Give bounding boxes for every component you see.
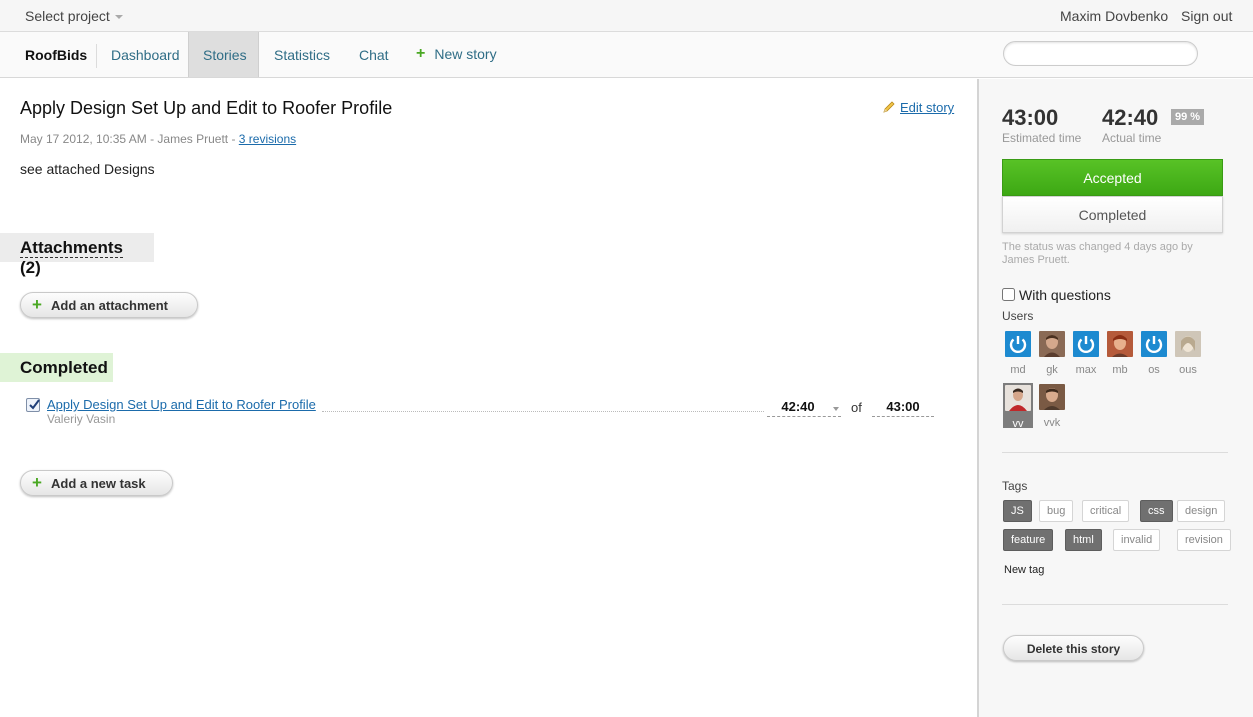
brand-link[interactable]: RoofBids <box>25 47 87 63</box>
sidebar-divider <box>1002 452 1228 453</box>
task-dotted-leader <box>322 411 764 412</box>
user-gk[interactable]: gk <box>1037 331 1067 376</box>
delete-story-button[interactable]: Delete this story <box>1003 635 1144 661</box>
tab-dashboard[interactable]: Dashboard <box>111 47 180 63</box>
new-tag-link[interactable]: New tag <box>1004 564 1044 576</box>
avatar <box>1005 385 1031 411</box>
avatar <box>1175 331 1201 357</box>
status-accepted-button[interactable]: Accepted <box>1002 159 1223 196</box>
avatar <box>1039 331 1065 357</box>
current-user-name[interactable]: Maxim Dovbenko <box>1060 8 1168 24</box>
tag-invalid[interactable]: invalid <box>1113 529 1161 551</box>
tags-label: Tags <box>1002 479 1028 493</box>
user-vv[interactable]: vv <box>1003 383 1033 430</box>
user-vvk[interactable]: vvk <box>1037 384 1067 429</box>
tag-feature[interactable]: feature <box>1003 529 1054 551</box>
chevron-down-icon <box>114 15 123 19</box>
avatar <box>1039 384 1065 410</box>
add-task-label: Add a new task <box>51 476 146 491</box>
user-name: ous <box>1179 364 1197 376</box>
story-main: Apply Design Set Up and Edit to Roofer P… <box>0 79 977 717</box>
tab-chat[interactable]: Chat <box>359 47 389 63</box>
user-name: mb <box>1112 364 1128 376</box>
user-mb[interactable]: mb <box>1105 331 1135 376</box>
story-meta: May 17 2012, 10:35 AM - James Pruett - 3… <box>20 132 296 146</box>
project-select-label: Select project <box>25 8 110 24</box>
project-select[interactable]: Select project <box>25 8 123 24</box>
add-attachment-button[interactable]: + Add an attachment <box>20 292 198 318</box>
tab-stories[interactable]: Stories <box>203 47 247 63</box>
search-input[interactable] <box>1003 41 1198 66</box>
task-actual-time[interactable]: 42:40 <box>767 399 841 417</box>
tag-design[interactable]: design <box>1177 500 1226 522</box>
status-change-note: The status was changed 4 days ago by Jam… <box>1002 241 1193 266</box>
attachments-heading: Attachments (2) <box>0 233 154 277</box>
sidebar-divider <box>1002 604 1228 605</box>
user-os[interactable]: os <box>1139 331 1169 376</box>
attachments-toggle[interactable]: Attachments <box>20 238 123 258</box>
chevron-down-icon <box>833 407 839 411</box>
story-description: see attached Designs <box>20 161 155 177</box>
story-sidebar: 43:00 42:40 99 % Estimated time Actual t… <box>977 79 1253 717</box>
tag-critical[interactable]: critical <box>1082 500 1130 522</box>
tab-statistics[interactable]: Statistics <box>274 47 330 63</box>
with-questions-toggle[interactable]: With questions <box>1002 287 1111 303</box>
task-row: Apply Design Set Up and Edit to Roofer P… <box>26 396 936 432</box>
actual-time-label: Actual time <box>1102 131 1162 145</box>
sign-out-link[interactable]: Sign out <box>1181 8 1232 24</box>
with-questions-checkbox[interactable] <box>1002 288 1015 301</box>
add-task-button[interactable]: + Add a new task <box>20 470 173 496</box>
plus-icon: + <box>416 45 426 62</box>
revisions-link[interactable]: 3 revisions <box>239 132 296 146</box>
attachments-count: (2) <box>20 258 41 277</box>
user-name: gk <box>1046 364 1058 376</box>
user-name: max <box>1075 364 1097 376</box>
plus-icon: + <box>32 473 42 492</box>
user-md[interactable]: md <box>1003 331 1033 376</box>
power-icon <box>1005 331 1031 357</box>
status-completed-button[interactable]: Completed <box>1002 196 1223 233</box>
nav-divider <box>96 44 97 68</box>
tag-js[interactable]: JS <box>1003 500 1032 522</box>
user-max[interactable]: max <box>1071 331 1101 376</box>
edit-story-link[interactable]: Edit story <box>900 100 954 115</box>
percent-badge: 99 % <box>1171 109 1205 125</box>
task-assignee: Valeriy Vasin <box>47 412 116 426</box>
plus-icon: + <box>32 295 42 314</box>
main-nav: RoofBids Dashboard Stories Statistics Ch… <box>0 32 1253 78</box>
tag-revision[interactable]: revision <box>1177 529 1231 551</box>
task-estimated-time[interactable]: 43:00 <box>872 399 934 417</box>
new-story-label: New story <box>434 46 497 62</box>
actual-time-value: 42:40 <box>1102 105 1159 130</box>
avatar <box>1107 331 1133 357</box>
task-title-link[interactable]: Apply Design Set Up and Edit to Roofer P… <box>47 397 316 412</box>
tag-html[interactable]: html <box>1065 529 1102 551</box>
user-name: os <box>1148 364 1160 376</box>
power-icon <box>1141 331 1167 357</box>
story-title: Apply Design Set Up and Edit to Roofer P… <box>20 98 393 118</box>
user-ous[interactable]: ous <box>1173 331 1203 376</box>
user-name: vvk <box>1043 417 1061 429</box>
story-meta-text: May 17 2012, 10:35 AM - James Pruett - <box>20 132 239 146</box>
tag-css[interactable]: css <box>1140 500 1173 522</box>
completed-heading: Completed <box>0 353 113 382</box>
estimated-time-label: Estimated time <box>1002 131 1082 145</box>
edit-story[interactable]: Edit story <box>882 100 954 115</box>
tag-bug[interactable]: bug <box>1039 500 1074 522</box>
with-questions-label: With questions <box>1019 287 1111 303</box>
user-name: md <box>1010 364 1026 376</box>
add-attachment-label: Add an attachment <box>51 298 169 313</box>
pencil-icon <box>883 101 895 113</box>
estimated-time-value: 43:00 <box>1002 105 1059 130</box>
users-label: Users <box>1002 309 1034 323</box>
power-icon <box>1073 331 1099 357</box>
task-checkbox[interactable] <box>26 398 40 412</box>
new-story-link[interactable]: + New story <box>416 45 497 63</box>
user-name: vv <box>1012 418 1024 430</box>
task-actual-time-value: 42:40 <box>781 399 815 414</box>
checkmark-icon <box>29 399 40 410</box>
top-bar: Select project Maxim Dovbenko Sign out <box>0 0 1253 32</box>
task-time-of: of <box>851 400 862 415</box>
